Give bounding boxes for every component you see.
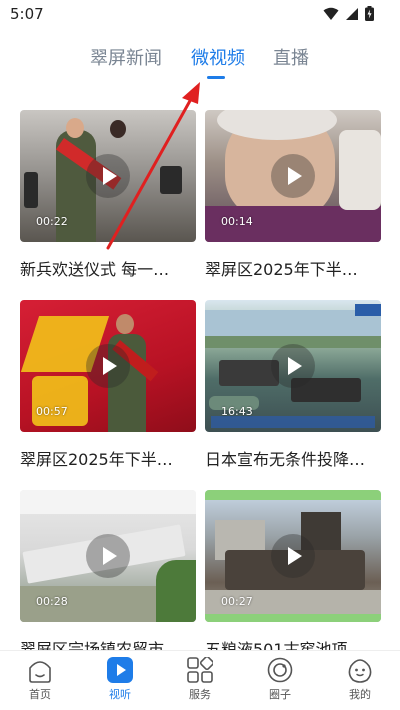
home-icon [27, 657, 53, 683]
nav-label: 我的 [349, 688, 371, 701]
video-thumbnail[interactable]: 00:14 [205, 110, 381, 242]
nav-item-home[interactable]: 首页 [10, 657, 70, 702]
play-icon [107, 657, 133, 683]
status-time: 5:07 [10, 5, 44, 23]
video-thumbnail[interactable]: 00:22 [20, 110, 196, 242]
nav-item-video[interactable]: 视听 [90, 657, 150, 702]
play-icon[interactable] [271, 534, 315, 578]
video-title[interactable]: 翠屏区2025年下半… [205, 256, 381, 280]
bottom-nav: 首页 视听 服务 圈子 我的 [0, 650, 400, 710]
nav-label: 圈子 [269, 688, 291, 701]
video-thumbnail[interactable]: 00:27 [205, 490, 381, 622]
nav-label: 视听 [109, 688, 131, 701]
video-title[interactable]: 日本宣布无条件投降… [205, 446, 381, 470]
play-icon[interactable] [86, 344, 130, 388]
tab-micro-video[interactable]: 微视频 [191, 44, 245, 70]
nav-item-mine[interactable]: 我的 [330, 657, 390, 702]
play-icon[interactable] [86, 534, 130, 578]
video-duration: 00:28 [36, 595, 68, 608]
circle-icon [267, 657, 293, 683]
battery-icon [365, 6, 374, 21]
tab-live[interactable]: 直播 [273, 44, 309, 70]
video-duration: 00:27 [221, 595, 253, 608]
status-bar: 5:07 [0, 0, 400, 30]
video-thumbnail[interactable]: 00:57 [20, 300, 196, 432]
video-thumbnail[interactable]: 16:43 [205, 300, 381, 432]
wifi-icon [323, 7, 339, 20]
tab-cuiping-news[interactable]: 翠屏新闻 [90, 44, 162, 70]
status-icons [323, 6, 374, 21]
play-icon[interactable] [271, 154, 315, 198]
active-tab-indicator [207, 76, 225, 79]
video-duration: 00:14 [221, 215, 253, 228]
face-icon [347, 657, 373, 683]
play-icon[interactable] [271, 344, 315, 388]
video-title[interactable]: 翠屏区2025年下半… [20, 446, 196, 470]
video-title[interactable]: 新兵欢送仪式 每一… [20, 256, 196, 280]
grid-icon [187, 655, 215, 683]
video-duration: 16:43 [221, 405, 253, 418]
nav-item-circle[interactable]: 圈子 [250, 657, 310, 702]
play-icon[interactable] [86, 154, 130, 198]
nav-label: 服务 [189, 688, 211, 701]
nav-label: 首页 [29, 688, 51, 701]
video-thumbnail[interactable]: 00:28 [20, 490, 196, 622]
nav-item-service[interactable]: 服务 [170, 655, 230, 702]
channel-tabs: 翠屏新闻 微视频 直播 [0, 44, 400, 84]
video-duration: 00:57 [36, 405, 68, 418]
video-duration: 00:22 [36, 215, 68, 228]
signal-icon [346, 7, 358, 20]
